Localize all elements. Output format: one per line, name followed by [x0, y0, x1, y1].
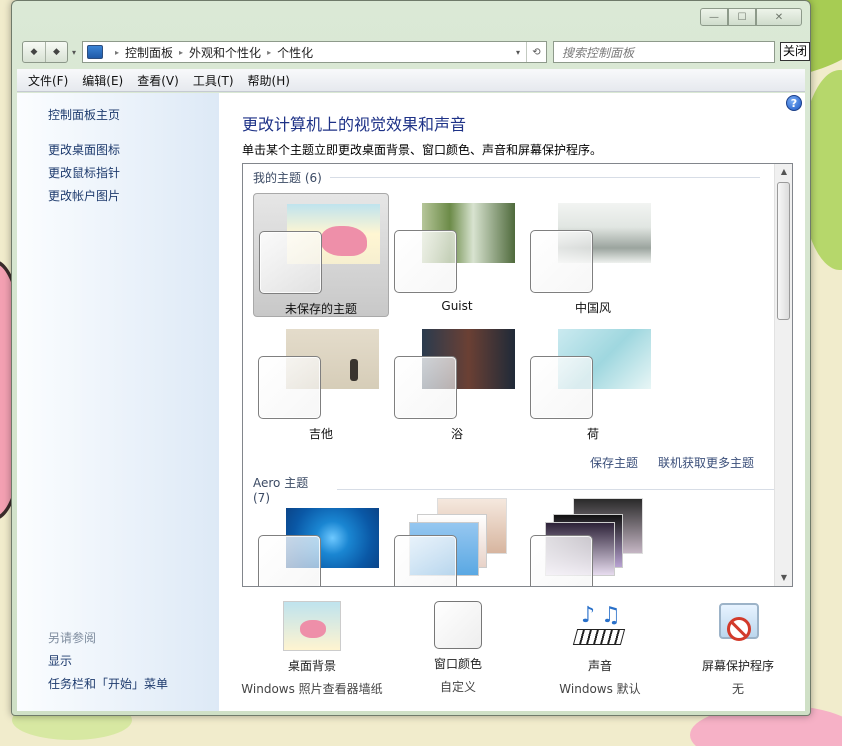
search-input[interactable]: 搜索控制面板 — [553, 41, 775, 63]
desktop-background-setting[interactable]: 桌面背景 Windows 照片查看器墙纸 — [237, 601, 387, 697]
scroll-up-arrow-icon[interactable]: ▲ — [775, 164, 792, 180]
breadcrumb-appearance[interactable]: 外观和个性化 — [189, 44, 261, 61]
sidebar-link-desktop-icons[interactable]: 更改桌面图标 — [48, 141, 120, 158]
breadcrumb-separator[interactable]: ▸ — [179, 48, 183, 57]
menu-help[interactable]: 帮助(H) — [248, 72, 290, 89]
music-note-icon: ♫ — [601, 603, 621, 628]
vertical-scrollbar[interactable]: ▲ ▼ — [774, 164, 792, 586]
theme-label: 中国风 — [574, 301, 611, 315]
theme-tile-lotus[interactable]: 荷 — [525, 319, 661, 443]
get-more-themes-link[interactable]: 联机获取更多主题 — [658, 454, 754, 471]
forward-button[interactable]: ◆ — [45, 42, 67, 62]
sounds-title: 声音 — [587, 659, 612, 673]
theme-label: 荷 — [586, 427, 599, 441]
desktop-background-value: Windows 照片查看器墙纸 — [241, 682, 383, 696]
recent-pages-dropdown[interactable]: ▾ — [68, 48, 80, 57]
sidebar-link-home[interactable]: 控制面板主页 — [48, 106, 120, 123]
address-dropdown-icon[interactable]: ▾ — [510, 48, 526, 57]
control-panel-icon — [87, 45, 103, 59]
theme-label: 未保存的主题 — [284, 302, 357, 316]
menu-file[interactable]: 文件(F) — [28, 72, 68, 89]
theme-tile-aero-windows[interactable] — [253, 498, 389, 586]
close-button[interactable]: 关闭 — [779, 42, 810, 61]
breadcrumb-separator[interactable]: ▸ — [267, 48, 271, 57]
no-symbol-icon — [727, 617, 751, 641]
theme-color-swatch — [530, 356, 593, 419]
close-window-button[interactable]: ✕ — [756, 8, 802, 26]
theme-tile-aero-characters[interactable] — [525, 498, 661, 586]
theme-scroll-area: 我的主题 (6) 未保存的主题 Guist 中国风 吉他 浴 荷 保存主题 联机… — [243, 164, 775, 586]
page-title: 更改计算机上的视觉效果和声音 — [242, 115, 467, 134]
theme-tile-guist[interactable]: Guist — [389, 193, 525, 317]
menu-edit[interactable]: 编辑(E) — [82, 72, 123, 89]
menu-bar: 文件(F) 编辑(E) 查看(V) 工具(T) 帮助(H) — [17, 69, 805, 92]
scroll-down-arrow-icon[interactable]: ▼ — [775, 570, 792, 586]
piano-keys-icon — [572, 629, 626, 645]
theme-color-swatch — [394, 535, 457, 586]
my-themes-heading-text: 我的主题 (6) — [253, 171, 322, 185]
menu-view[interactable]: 查看(V) — [137, 72, 179, 89]
breadcrumb-separator[interactable]: ▸ — [115, 48, 119, 57]
sidebar-link-account-picture[interactable]: 更改帐户图片 — [48, 187, 120, 204]
sounds-icon: ♪ ♫ — [571, 601, 629, 651]
window-color-setting[interactable]: 窗口颜色 自定义 — [383, 601, 533, 695]
theme-tile-bath[interactable]: 浴 — [389, 319, 525, 443]
back-button[interactable]: ◆ — [23, 42, 45, 62]
theme-label: 吉他 — [308, 427, 333, 441]
see-also-heading: 另请参阅 — [48, 631, 97, 645]
help-icon[interactable]: ? — [786, 95, 802, 111]
main-panel: ? 更改计算机上的视觉效果和声音 单击某个主题立即更改桌面背景、窗口颜色、声音和… — [219, 93, 805, 711]
theme-label: Guist — [441, 299, 473, 313]
address-bar[interactable]: ▸ 控制面板 ▸ 外观和个性化 ▸ 个性化 ▾ ⟲ — [82, 41, 547, 63]
theme-color-swatch — [530, 535, 593, 586]
theme-list[interactable]: 我的主题 (6) 未保存的主题 Guist 中国风 吉他 浴 荷 保存主题 联机… — [242, 163, 793, 587]
theme-label: 浴 — [450, 427, 463, 441]
theme-color-swatch — [394, 230, 457, 293]
music-note-icon: ♪ — [581, 603, 596, 628]
sidebar-link-mouse-pointers[interactable]: 更改鼠标指针 — [48, 164, 120, 181]
scrollbar-thumb[interactable] — [777, 182, 790, 320]
sidebar: 控制面板主页 更改桌面图标 更改鼠标指针 更改帐户图片 另请参阅 显示 任务栏和… — [17, 93, 219, 711]
theme-color-swatch — [259, 231, 322, 294]
breadcrumb-control-panel[interactable]: 控制面板 — [125, 44, 173, 61]
caption-buttons: — ☐ ✕ — [700, 8, 802, 26]
menu-tools[interactable]: 工具(T) — [193, 72, 234, 89]
window-color-value: 自定义 — [439, 680, 476, 694]
divider — [336, 489, 775, 490]
content-area: 控制面板主页 更改桌面图标 更改鼠标指针 更改帐户图片 另请参阅 显示 任务栏和… — [17, 93, 805, 711]
screen-saver-value: 无 — [731, 682, 744, 696]
my-themes-heading: 我的主题 (6) — [253, 169, 760, 186]
theme-color-swatch — [258, 356, 321, 419]
page-description: 单击某个主题立即更改桌面背景、窗口颜色、声音和屏幕保护程序。 — [242, 143, 603, 157]
window-color-title: 窗口颜色 — [433, 657, 482, 671]
minimize-button[interactable]: — — [700, 8, 728, 26]
window-color-icon — [434, 601, 482, 649]
divider — [329, 177, 760, 178]
theme-tile-chinese[interactable]: 中国风 — [525, 193, 661, 317]
screen-saver-icon — [709, 601, 767, 651]
theme-color-swatch — [530, 230, 593, 293]
personalization-window: — ☐ ✕ ◆ ◆ ▾ ▸ 控制面板 ▸ 外观和个性化 ▸ 个性化 ▾ ⟲ 搜索… — [11, 0, 811, 716]
breadcrumb-personalization[interactable]: 个性化 — [277, 44, 313, 61]
theme-color-swatch — [394, 356, 457, 419]
theme-tile-guitar[interactable]: 吉他 — [253, 319, 389, 443]
theme-tile-aero-architecture[interactable] — [389, 498, 525, 586]
screen-saver-title: 屏幕保护程序 — [701, 659, 774, 673]
sounds-value: Windows 默认 — [559, 682, 641, 696]
nav-buttons: ◆ ◆ — [22, 41, 68, 63]
maximize-button[interactable]: ☐ — [728, 8, 756, 26]
sidebar-link-taskbar-start[interactable]: 任务栏和「开始」菜单 — [48, 675, 168, 692]
address-row: ◆ ◆ ▾ ▸ 控制面板 ▸ 外观和个性化 ▸ 个性化 ▾ ⟲ 搜索控制面板 关… — [22, 40, 810, 64]
sidebar-link-display[interactable]: 显示 — [48, 652, 72, 669]
screen-saver-setting[interactable]: 屏幕保护程序 无 — [663, 601, 813, 697]
desktop-background-title: 桌面背景 — [287, 659, 336, 673]
theme-color-swatch — [258, 535, 321, 586]
refresh-icon[interactable]: ⟲ — [526, 42, 546, 62]
save-theme-link[interactable]: 保存主题 — [590, 454, 638, 471]
sounds-setting[interactable]: ♪ ♫ 声音 Windows 默认 — [525, 601, 675, 697]
theme-tile-unsaved[interactable]: 未保存的主题 — [253, 193, 389, 317]
desktop-background-icon — [283, 601, 341, 651]
